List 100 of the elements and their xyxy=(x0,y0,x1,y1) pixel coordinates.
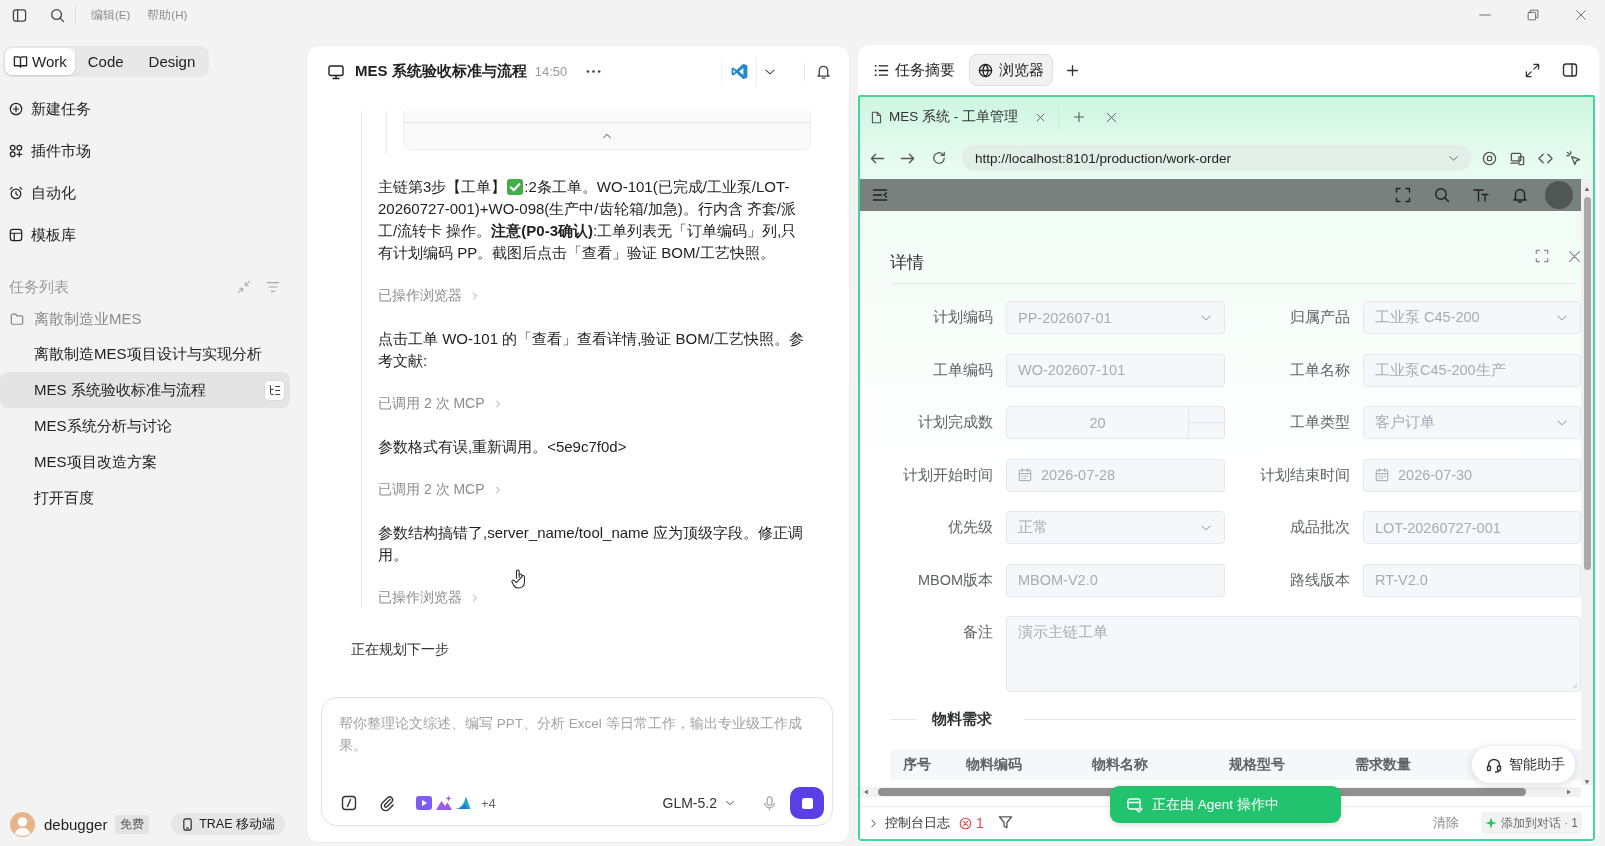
field-label: 归属产品 xyxy=(1290,308,1350,327)
field-label: 工单类型 xyxy=(1290,413,1350,432)
calendar-icon xyxy=(1018,468,1032,482)
devices-icon xyxy=(1509,150,1525,166)
task-item[interactable]: MES 系统验收标准与流程 xyxy=(0,372,290,408)
filter-button[interactable] xyxy=(997,815,1014,831)
folder-item[interactable]: 离散制造业MES xyxy=(0,302,300,336)
text-size-icon xyxy=(1473,187,1489,203)
stop-icon xyxy=(801,797,813,809)
error-count: 1 xyxy=(976,815,984,831)
field-label: 工单编码 xyxy=(933,360,993,380)
bell-icon xyxy=(815,64,831,79)
scroll-down-icon[interactable] xyxy=(1583,779,1591,785)
browser-tab[interactable]: MES 系统 - 工单管理 xyxy=(866,104,1059,130)
dialog-title: 详情 xyxy=(890,252,924,274)
menu-item[interactable]: 编辑(E) xyxy=(91,7,131,23)
tree-list-icon xyxy=(268,383,281,397)
tool-step-button[interactable]: 已操作浏览器 xyxy=(378,588,479,608)
tool-step-button[interactable]: 已调用 2 次 MCP xyxy=(378,394,502,414)
restore-icon xyxy=(1527,9,1539,21)
field-label: 工单名称 xyxy=(1290,360,1350,380)
outline-button[interactable] xyxy=(264,379,285,401)
search-icon xyxy=(49,7,65,23)
close-button[interactable] xyxy=(1567,249,1581,263)
mode-tab[interactable]: Code xyxy=(75,48,136,75)
side-panel-icon xyxy=(1562,62,1578,78)
globe-icon xyxy=(978,62,993,78)
stop-button[interactable] xyxy=(790,787,824,819)
sidebar-item[interactable]: 插件市场 xyxy=(0,130,300,172)
phone-icon xyxy=(181,817,195,831)
chevron-right-icon xyxy=(471,594,479,602)
message-text: 参数结构搞错了,server_name/tool_name 应为顶级字段。修正调用。 xyxy=(378,523,805,565)
mode-tab[interactable]: Work xyxy=(5,48,75,75)
chevron-up-icon xyxy=(602,131,612,141)
headset-icon xyxy=(1486,756,1502,773)
wing-app-icon[interactable] xyxy=(455,795,471,811)
assistant-button[interactable]: 智能助手 xyxy=(1471,745,1576,784)
user-avatar xyxy=(10,811,35,837)
column-header: 规格型号 xyxy=(1228,755,1286,774)
agent-card-icon xyxy=(1127,796,1143,813)
address-bar[interactable]: http://localhost:8101/production/work-order xyxy=(962,145,1471,171)
tool-step-button[interactable]: 已调用 2 次 MCP xyxy=(378,480,502,500)
reload-icon xyxy=(932,151,946,165)
tool-step-button[interactable]: 已操作浏览器 xyxy=(378,286,479,306)
section-title: 任务列表 xyxy=(9,277,69,297)
model-selector[interactable]: GLM-5.2 xyxy=(662,795,735,811)
image-app-icon[interactable] xyxy=(435,795,452,811)
clear-button[interactable]: 清除 xyxy=(1432,814,1459,832)
add-to-chat-button[interactable]: 添加到对话 · 1 xyxy=(1480,812,1582,834)
menu-icon xyxy=(872,187,888,203)
search-icon xyxy=(1434,187,1450,203)
mobile-app-button[interactable]: TRAE 移动端 xyxy=(171,813,285,835)
hand-cursor-icon xyxy=(511,569,526,589)
expand-icon xyxy=(1524,62,1540,78)
list-icon xyxy=(874,62,889,78)
shrink-arrows-icon xyxy=(237,280,251,294)
task-item[interactable]: 离散制造MES项目设计与实现分析 xyxy=(0,336,290,372)
slash-box-icon xyxy=(341,795,357,811)
panel-tab[interactable]: 浏览器 xyxy=(969,54,1053,86)
console-toggle[interactable]: 控制台日志 xyxy=(869,814,950,832)
video-app-icon[interactable] xyxy=(416,795,432,811)
panel-tab[interactable]: 任务摘要 xyxy=(865,54,964,86)
folder-icon xyxy=(10,312,24,326)
column-header: 物料编码 xyxy=(964,755,1023,774)
record-icon xyxy=(1481,150,1497,166)
column-header: 序号 xyxy=(902,755,932,774)
scroll-left-icon[interactable] xyxy=(863,788,869,796)
scroll-up-icon[interactable] xyxy=(1583,186,1591,192)
task-item[interactable]: 打开百度 xyxy=(0,480,290,516)
task-item[interactable]: MES项目改造方案 xyxy=(0,444,290,480)
sidebar-item[interactable]: 新建任务 xyxy=(0,88,300,130)
sidebar-item[interactable]: 自动化 xyxy=(0,172,300,214)
paperclip-icon xyxy=(379,795,395,811)
alarm-clock-icon xyxy=(9,186,23,200)
close-icon xyxy=(1035,112,1045,122)
section-title: 物料需求 xyxy=(932,710,992,729)
grid-plus-icon xyxy=(9,144,23,158)
message-input[interactable]: 帮你整理论文综述、编写 PPT、分析 Excel 等日常工作，输出专业级工作成果。 xyxy=(339,713,811,758)
plus-icon xyxy=(1073,111,1085,123)
maximize-button[interactable] xyxy=(1535,249,1549,263)
sidebar-item[interactable]: 模板库 xyxy=(0,214,300,256)
scrollbar-thumb[interactable] xyxy=(1583,197,1591,570)
calendar-icon xyxy=(1375,468,1389,482)
composer-box[interactable]: 帮你整理论文综述、编写 PPT、分析 Excel 等日常工作，输出专业级工作成果。 +4 GLM-5.2 xyxy=(321,697,833,826)
plan-badge: 免费 xyxy=(115,814,150,834)
task-item[interactable]: MES系统分析与讨论 xyxy=(0,408,290,444)
field-label: 计划完成数 xyxy=(918,413,993,432)
menu-item[interactable]: 帮助(H) xyxy=(147,7,188,23)
chevron-right-icon xyxy=(493,486,502,494)
more-tools-count[interactable]: +4 xyxy=(481,795,496,811)
book-icon xyxy=(13,54,28,69)
microphone-icon xyxy=(761,795,777,811)
error-icon xyxy=(959,816,972,830)
mode-tab[interactable]: Design xyxy=(136,48,208,75)
editor-logo-icon xyxy=(730,63,748,80)
field-label: MBOM版本 xyxy=(917,570,993,590)
scroll-right-icon[interactable] xyxy=(1566,788,1572,796)
message-text: 参数格式有误,重新调用。<5e9c7f0d> xyxy=(378,437,628,457)
document-icon xyxy=(870,110,883,124)
sidebar-icon xyxy=(11,7,27,23)
